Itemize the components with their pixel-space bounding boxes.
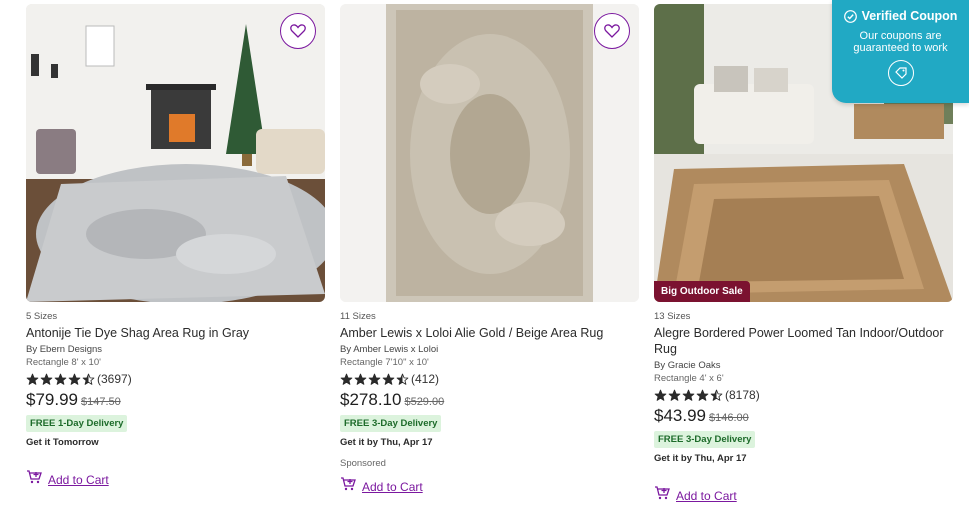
- check-circle-icon: [843, 9, 857, 23]
- coupon-message: Our coupons are guaranteed to work: [832, 30, 969, 54]
- sale-price: $43.99: [654, 406, 706, 425]
- product-image[interactable]: [26, 4, 325, 302]
- price-row: $43.99 $146.00: [654, 406, 953, 426]
- star-icon: [354, 373, 367, 385]
- star-icon: [340, 373, 353, 385]
- shipping-badge: FREE 3-Day Delivery: [340, 415, 442, 432]
- size-count: 13 Sizes: [654, 311, 691, 322]
- shipping-badge: FREE 3-Day Delivery: [654, 431, 756, 448]
- add-to-cart-icon: [26, 470, 42, 489]
- size-count: 11 Sizes: [340, 311, 376, 322]
- sale-price: $278.10: [340, 390, 402, 409]
- heart-outline-icon: [290, 24, 306, 38]
- star-icon: [682, 389, 695, 401]
- star-icon: [654, 389, 667, 401]
- add-to-cart-button[interactable]: Add to Cart: [26, 470, 325, 489]
- original-price: $146.00: [709, 412, 749, 424]
- rug-dimensions: Rectangle 8' x 10': [26, 357, 101, 368]
- product-grid: 5 Sizes Antonije Tie Dye Shag Area Rug i…: [26, 4, 953, 505]
- product-image[interactable]: [340, 4, 639, 302]
- coupon-tag-icon[interactable]: [887, 60, 914, 86]
- rating: (8178): [654, 387, 953, 403]
- star-icon: [382, 373, 395, 385]
- add-to-cart-button[interactable]: Add to Cart: [654, 486, 953, 505]
- add-to-cart-label[interactable]: Add to Cart: [48, 473, 109, 487]
- star-rating: [340, 373, 409, 386]
- star-icon: [68, 373, 81, 385]
- star-icon: [396, 373, 409, 385]
- delivery-eta: Get it Tomorrow: [26, 437, 99, 448]
- star-icon: [82, 373, 95, 385]
- coupon-line-2: guaranteed to work: [853, 42, 948, 54]
- coupon-header: Verified Coupon: [832, 9, 969, 23]
- product-title[interactable]: Alegre Bordered Power Loomed Tan Indoor/…: [654, 325, 953, 357]
- rating: (3697): [26, 371, 325, 387]
- star-rating: [654, 389, 723, 402]
- sponsored-label: Sponsored: [340, 458, 386, 469]
- product-card[interactable]: 5 Sizes Antonije Tie Dye Shag Area Rug i…: [26, 4, 325, 505]
- star-rating: [26, 373, 95, 386]
- rug-dimensions: Rectangle 4' x 6': [654, 373, 724, 384]
- heart-outline-icon: [604, 24, 620, 38]
- brand-byline: By Amber Lewis x Loloi: [340, 344, 439, 355]
- star-icon: [668, 389, 681, 401]
- brand-byline: By Gracie Oaks: [654, 360, 721, 371]
- coupon-title: Verified Coupon: [861, 9, 958, 23]
- brand-byline: By Ebern Designs: [26, 344, 103, 355]
- original-price: $529.00: [404, 396, 445, 408]
- add-to-cart-button[interactable]: Add to Cart: [340, 477, 639, 496]
- product-title[interactable]: Antonije Tie Dye Shag Area Rug in Gray: [26, 325, 325, 341]
- star-icon: [710, 389, 723, 401]
- add-to-cart-icon: [654, 486, 670, 505]
- star-icon: [696, 389, 709, 401]
- rug-dimensions: Rectangle 7'10" x 10': [340, 357, 429, 368]
- coupon-line-1: Our coupons are: [859, 30, 942, 42]
- size-count: 5 Sizes: [26, 311, 58, 322]
- add-to-cart-label[interactable]: Add to Cart: [676, 489, 737, 503]
- delivery-eta: Get it by Thu, Apr 17: [654, 453, 747, 464]
- star-icon: [40, 373, 53, 385]
- product-card[interactable]: 11 Sizes Amber Lewis x Loloi Alie Gold /…: [340, 4, 639, 505]
- favorite-button[interactable]: [594, 13, 630, 49]
- rating: (412): [340, 371, 639, 387]
- sale-badge: Big Outdoor Sale: [654, 281, 750, 302]
- review-count: (8178): [725, 388, 760, 402]
- price-row: $79.99 $147.50: [26, 390, 325, 410]
- delivery-eta: Get it by Thu, Apr 17: [340, 437, 433, 448]
- star-icon: [54, 373, 67, 385]
- price-row: $278.10 $529.00: [340, 390, 639, 410]
- add-to-cart-icon: [340, 477, 356, 496]
- sale-price: $79.99: [26, 390, 78, 409]
- review-count: (412): [411, 372, 440, 386]
- verified-coupon-popup[interactable]: Verified Coupon Our coupons are guarante…: [832, 0, 969, 103]
- review-count: (3697): [97, 372, 132, 386]
- shipping-badge: FREE 1-Day Delivery: [26, 415, 128, 432]
- add-to-cart-label[interactable]: Add to Cart: [362, 480, 423, 494]
- star-icon: [26, 373, 39, 385]
- original-price: $147.50: [81, 396, 121, 408]
- star-icon: [368, 373, 381, 385]
- favorite-button[interactable]: [280, 13, 316, 49]
- product-title[interactable]: Amber Lewis x Loloi Alie Gold / Beige Ar…: [340, 325, 639, 341]
